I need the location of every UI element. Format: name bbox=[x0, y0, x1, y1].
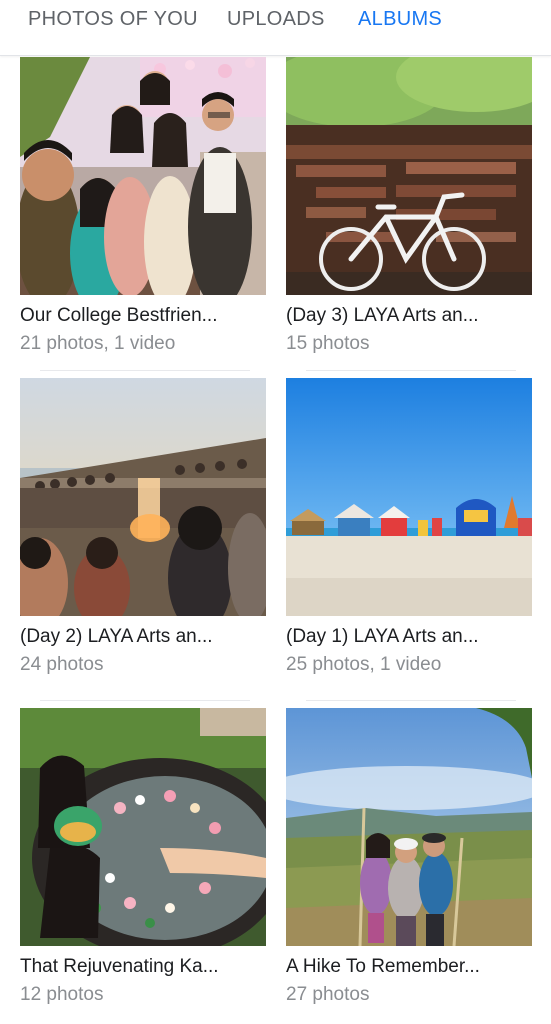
album-thumbnail[interactable] bbox=[20, 57, 266, 295]
album-photo-count: 25 photos, 1 video bbox=[286, 654, 442, 675]
album-thumbnail[interactable] bbox=[286, 708, 532, 946]
album-title[interactable]: (Day 1) LAYA Arts an... bbox=[286, 626, 479, 648]
album-thumbnail[interactable] bbox=[286, 57, 532, 295]
album-photo-count: 21 photos, 1 video bbox=[20, 333, 176, 354]
tab-photos-of-you[interactable]: PHOTOS OF YOU bbox=[28, 8, 198, 31]
album-title[interactable]: (Day 2) LAYA Arts an... bbox=[20, 626, 213, 648]
album-title[interactable]: A Hike To Remember... bbox=[286, 956, 480, 978]
divider bbox=[306, 370, 516, 371]
divider bbox=[40, 700, 250, 701]
album-title[interactable]: (Day 3) LAYA Arts an... bbox=[286, 305, 479, 327]
album-photo-count: 27 photos bbox=[286, 984, 370, 1005]
divider bbox=[306, 700, 516, 701]
album-title[interactable]: That Rejuvenating Ka... bbox=[20, 956, 219, 978]
album-title[interactable]: Our College Bestfrien... bbox=[20, 305, 217, 327]
album-thumbnail[interactable] bbox=[286, 378, 532, 616]
divider bbox=[40, 370, 250, 371]
tab-uploads[interactable]: UPLOADS bbox=[227, 8, 325, 31]
tab-albums[interactable]: ALBUMS bbox=[358, 8, 442, 31]
album-photo-count: 15 photos bbox=[286, 333, 370, 354]
album-thumbnail[interactable] bbox=[20, 708, 266, 946]
album-thumbnail[interactable] bbox=[20, 378, 266, 616]
album-tabbar: PHOTOS OF YOU UPLOADS ALBUMS bbox=[0, 0, 551, 56]
album-photo-count: 12 photos bbox=[20, 984, 104, 1005]
album-photo-count: 24 photos bbox=[20, 654, 104, 675]
